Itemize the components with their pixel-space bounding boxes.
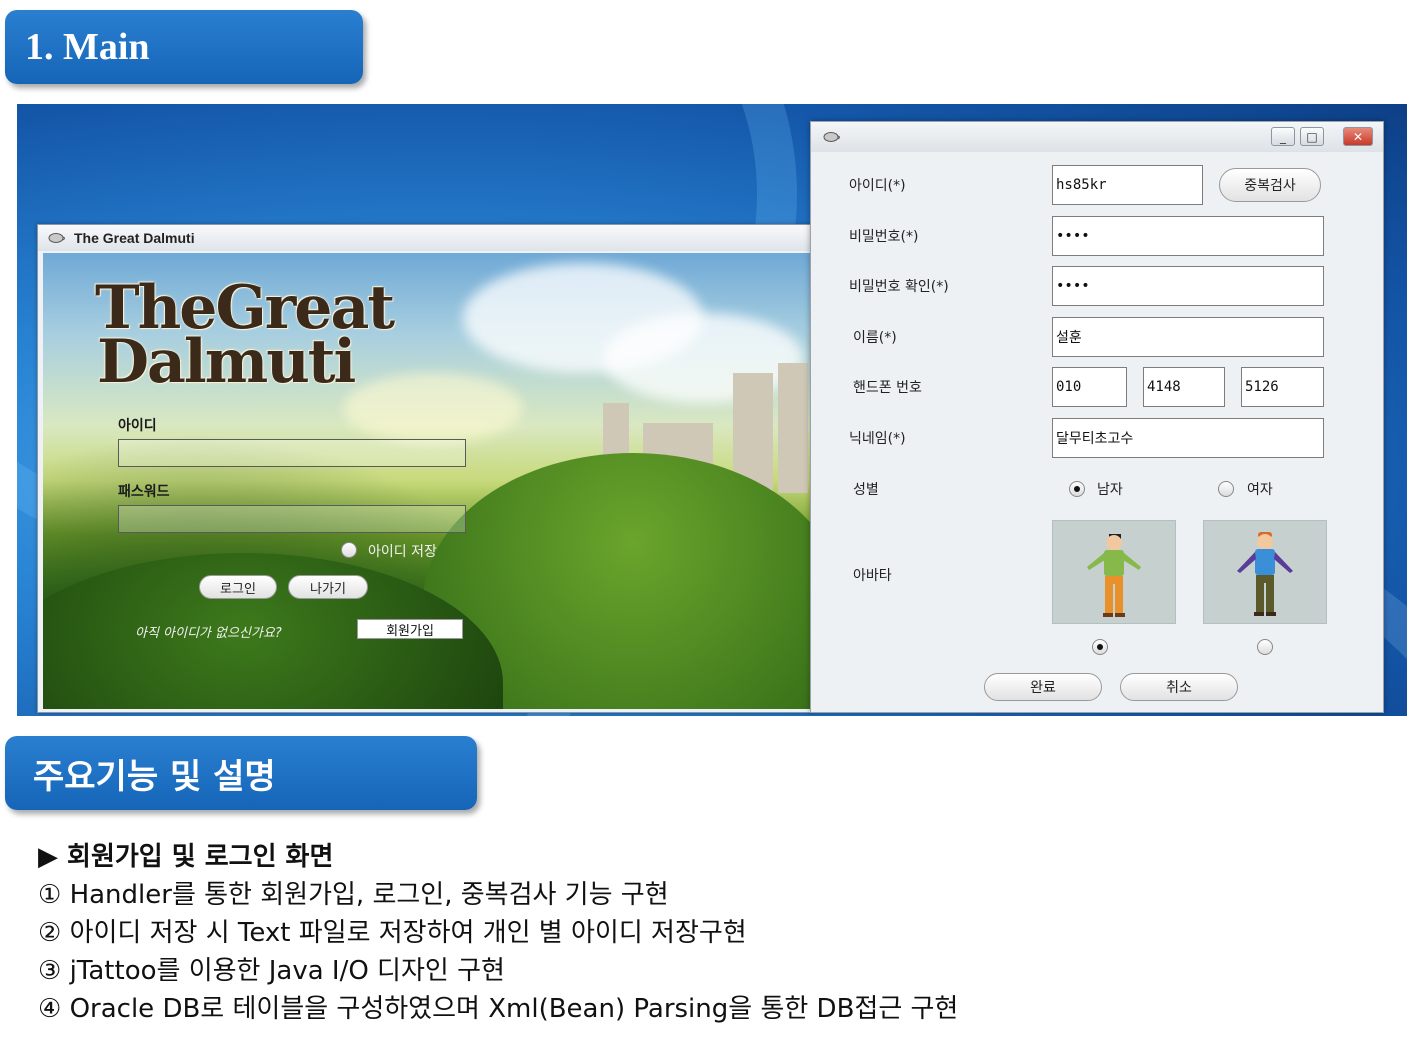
avatar-1-radio[interactable]	[1092, 639, 1108, 655]
gender-female-radio[interactable]	[1218, 481, 1234, 497]
gender-male-label: 남자	[1097, 482, 1123, 498]
password-label: 패스워드	[118, 484, 170, 500]
save-id-radio[interactable]	[341, 542, 357, 558]
signup-button[interactable]: 회원가입	[357, 619, 463, 639]
section-title-features: 주요기능 및 설명	[5, 736, 477, 810]
reg-nickname-label: 닉네임(*)	[849, 431, 906, 447]
minimize-icon[interactable]: _	[1271, 127, 1295, 146]
description-heading: ▶ 회원가입 및 로그인 화면	[38, 842, 334, 872]
complete-button[interactable]: 완료	[984, 673, 1102, 701]
close-icon[interactable]: ✕	[1343, 127, 1373, 146]
male-avatar-icon	[1237, 532, 1293, 616]
exit-button[interactable]: 나가기	[288, 575, 368, 599]
app-screenshot: The Great Dalmuti TheGreat Dalmuti 아이디 패…	[17, 104, 1407, 716]
reg-avatar-label: 아바타	[853, 568, 892, 584]
reg-phone-part1-input[interactable]: 010	[1052, 367, 1127, 407]
login-id-input[interactable]	[118, 439, 466, 467]
description-item: ③ jTattoo를 이용한 Java I/O 디자인 구현	[38, 956, 505, 986]
java-cup-icon	[48, 233, 65, 243]
castle-tower	[778, 363, 808, 493]
section-title-main-text: 1. Main	[25, 26, 150, 68]
reg-phone-part3-input[interactable]: 5126	[1241, 367, 1324, 407]
avatar-2-radio[interactable]	[1257, 639, 1273, 655]
login-background: TheGreat Dalmuti 아이디 패스워드 아이디 저장 로그인 나가기…	[43, 253, 811, 709]
reg-password-confirm-input[interactable]: ••••	[1052, 266, 1324, 306]
save-id-label: 아이디 저장	[368, 544, 437, 560]
avatar-option-1[interactable]	[1052, 520, 1176, 624]
section-title-features-text: 주요기능 및 설명	[33, 756, 276, 797]
reg-gender-label: 성별	[853, 482, 879, 498]
male-avatar-icon	[1087, 534, 1141, 617]
login-window-titlebar[interactable]: The Great Dalmuti	[38, 225, 813, 251]
login-button[interactable]: 로그인	[199, 575, 277, 599]
reg-id-input[interactable]: hs85kr	[1052, 165, 1203, 205]
reg-phone-label: 핸드폰 번호	[853, 380, 922, 396]
gender-male-radio[interactable]	[1069, 481, 1085, 497]
gender-female-label: 여자	[1247, 482, 1273, 498]
cancel-button[interactable]: 취소	[1120, 673, 1238, 701]
no-account-text: 아직 아이디가 없으신가요?	[135, 626, 282, 641]
reg-id-label: 아이디(*)	[849, 178, 906, 194]
reg-password-input[interactable]: ••••	[1052, 216, 1324, 256]
game-logo: TheGreat Dalmuti	[95, 278, 395, 397]
login-window: The Great Dalmuti TheGreat Dalmuti 아이디 패…	[37, 224, 814, 713]
register-window-titlebar[interactable]: _ □ ✕	[811, 122, 1383, 152]
register-window: _ □ ✕ 아이디(*) hs85kr 중복검사 비밀번호(*) •••• 비밀…	[810, 121, 1384, 713]
reg-name-label: 이름(*)	[853, 330, 897, 346]
description-item: ② 아이디 저장 시 Text 파일로 저장하여 개인 별 아이디 저장구현	[38, 918, 747, 948]
java-cup-icon	[823, 132, 840, 142]
login-password-input[interactable]	[118, 505, 466, 533]
cloud	[603, 313, 803, 403]
description-item: ④ Oracle DB로 테이블을 구성하였으며 Xml(Bean) Parsi…	[38, 994, 959, 1024]
logo-line2: Dalmuti	[97, 327, 356, 397]
reg-password-label: 비밀번호(*)	[849, 229, 919, 245]
avatar-option-2[interactable]	[1203, 520, 1327, 624]
reg-password-confirm-label: 비밀번호 확인(*)	[849, 279, 949, 295]
description-item: ① Handler를 통한 회원가입, 로그인, 중복검사 기능 구현	[38, 880, 669, 910]
reg-name-input[interactable]: 설훈	[1052, 317, 1324, 357]
reg-nickname-input[interactable]: 달무티초고수	[1052, 418, 1324, 458]
duplicate-check-button[interactable]: 중복검사	[1219, 168, 1321, 202]
section-title-main: 1. Main	[5, 10, 363, 84]
maximize-icon[interactable]: □	[1300, 127, 1324, 146]
reg-phone-part2-input[interactable]: 4148	[1143, 367, 1225, 407]
id-label: 아이디	[118, 418, 157, 434]
login-window-title: The Great Dalmuti	[74, 230, 195, 246]
